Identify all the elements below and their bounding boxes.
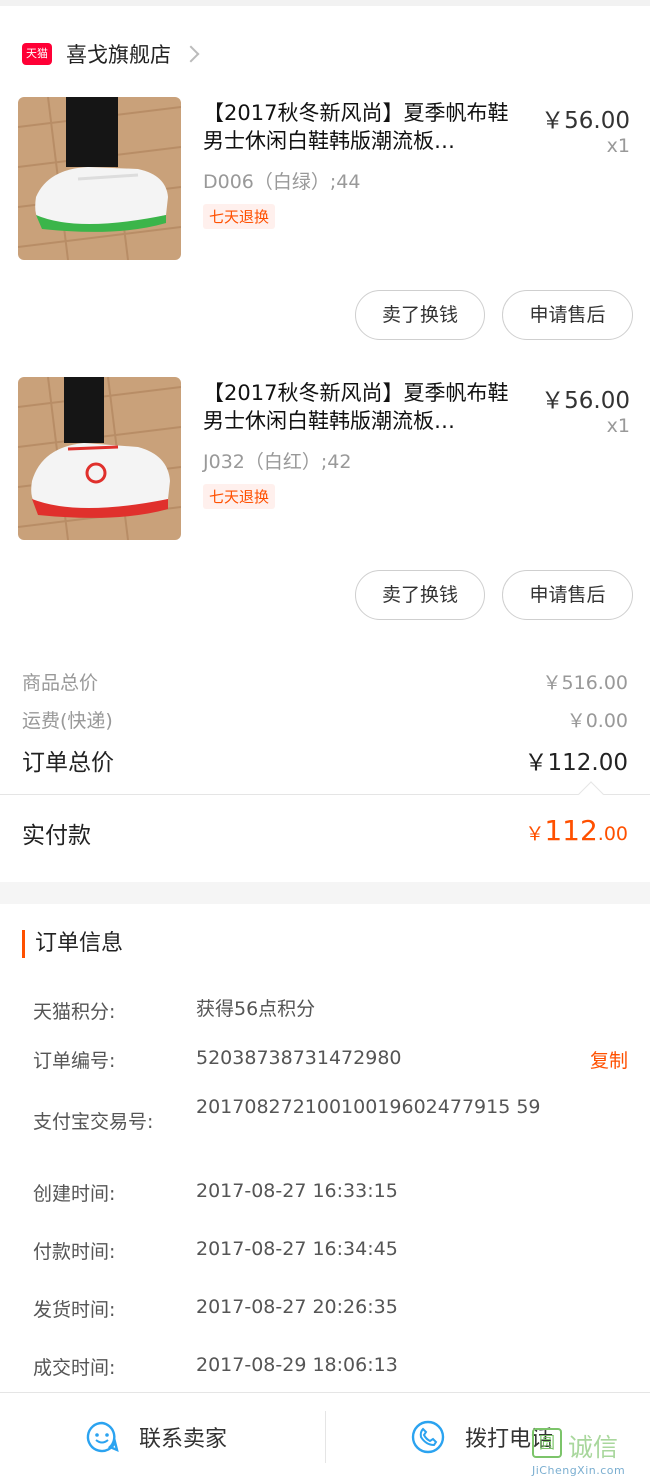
return-policy-badge: 七天退换 [203,204,276,229]
goods-total-label: 商品总价 [22,672,99,694]
sell-button[interactable]: 卖了换钱 [355,290,485,340]
order-total-label: 订单总价 [22,750,114,776]
info-value: 获得56点积分 [196,998,316,1020]
info-value: 2017-08-27 20:26:35 [196,1296,398,1318]
paid-label: 实付款 [22,823,91,849]
info-label: 订单编号: [33,1050,116,1072]
shoe-image [18,377,181,540]
product-thumbnail[interactable] [18,377,181,540]
shoe-image [18,97,181,260]
order-total-row: 订单总价 ￥112.00 [22,743,628,777]
paid-currency: ￥ [525,823,545,845]
info-value: 2017-08-27 16:33:15 [196,1180,398,1202]
order-item[interactable]: 【2017秋冬新风尚】夏季帆布鞋男士休闲白鞋韩版潮流板… D006（白绿）;44… [0,97,650,377]
shipping-row: 运费(快递) ￥0.00 [22,706,628,733]
after-sale-button[interactable]: 申请售后 [502,570,633,620]
order-card: 天猫 喜戈旗舰店 【2017秋冬新风尚】夏季帆布鞋男士休闲白鞋韩版潮流板… D0… [0,6,650,882]
chevron-right-icon [182,45,200,63]
watermark-url: JiChengXin.com [532,1464,626,1477]
store-header[interactable]: 天猫 喜戈旗舰店 [22,36,200,72]
paid-decimal: .00 [597,823,628,845]
contact-seller-button[interactable]: 联系卖家 [85,1393,227,1480]
order-info-card: 订单信息 天猫积分: 获得56点积分 订单编号: 520387387314729… [0,904,650,1392]
watermark-text: 诚信 [568,1433,619,1462]
info-label: 天猫积分: [33,1001,116,1023]
goods-total-value: ￥516.00 [542,672,628,694]
tmall-icon: 天猫 [22,43,52,65]
product-title[interactable]: 【2017秋冬新风尚】夏季帆布鞋男士休闲白鞋韩版潮流板… [203,379,523,435]
info-value: 2017-08-27 16:34:45 [196,1238,398,1260]
shipping-label: 运费(快递) [22,710,113,732]
goods-total-row: 商品总价 ￥516.00 [22,668,628,695]
shipping-value: ￥0.00 [566,710,628,732]
info-value: 20170827210010019602477915 59 [196,1096,541,1118]
watermark-logo-icon: 圆 [532,1428,562,1458]
chat-face-icon [86,1421,119,1453]
product-quantity: x1 [606,135,630,157]
sell-button[interactable]: 卖了换钱 [355,570,485,620]
product-sku: D006（白绿）;44 [203,171,361,193]
order-info-title: 订单信息 [22,930,123,958]
store-name[interactable]: 喜戈旗舰店 [66,39,171,69]
watermark: 圆 诚信 JiChengXin.com [532,1428,650,1480]
info-value[interactable]: 52038738731472980 [196,1046,546,1070]
info-label: 创建时间: [33,1183,116,1205]
contact-seller-label: 联系卖家 [139,1427,228,1452]
product-thumbnail[interactable] [18,97,181,260]
product-title[interactable]: 【2017秋冬新风尚】夏季帆布鞋男士休闲白鞋韩版潮流板… [203,99,523,155]
info-value: 2017-08-29 18:06:13 [196,1354,398,1376]
divider [0,794,650,795]
info-label: 成交时间: [33,1357,116,1379]
phone-icon [411,1420,445,1454]
return-policy-badge: 七天退换 [203,484,276,509]
after-sale-button[interactable]: 申请售后 [502,290,633,340]
order-item[interactable]: 【2017秋冬新风尚】夏季帆布鞋男士休闲白鞋韩版潮流板… J032（白红）;42… [0,377,650,657]
product-quantity: x1 [606,415,630,437]
caret-up-icon [578,781,604,807]
info-label: 支付宝交易号: [33,1111,154,1133]
product-price: ￥56.00 [541,108,630,134]
divider [325,1411,326,1463]
copy-button[interactable]: 复制 [590,1046,628,1073]
paid-amount: ￥112.00 [525,814,628,847]
info-label: 发货时间: [33,1299,116,1321]
paid-integer: 112 [544,814,598,847]
order-total-value: ￥112.00 [524,750,628,776]
product-sku: J032（白红）;42 [203,451,352,473]
info-label: 付款时间: [33,1241,116,1263]
product-price: ￥56.00 [541,388,630,414]
